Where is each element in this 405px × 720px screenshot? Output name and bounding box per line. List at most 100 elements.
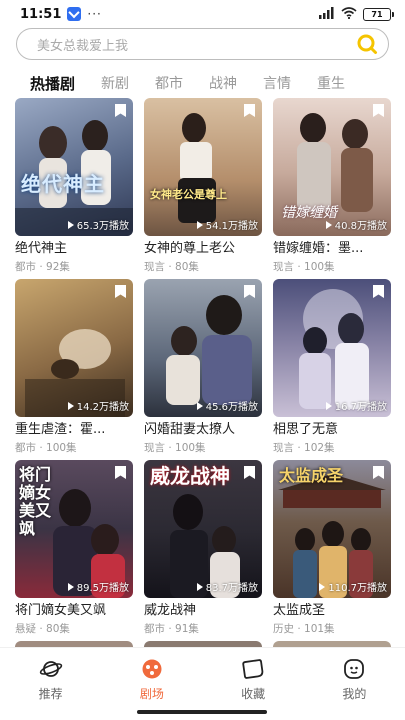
drama-card[interactable]: 将门嫡女美又飒 89.5万播放 将门嫡女美又飒 悬疑 · 80集: [15, 460, 133, 641]
nav-label: 剧场: [139, 687, 164, 701]
drama-title[interactable]: 错嫁缠婚：墨...: [273, 241, 391, 257]
play-count-text: 40.8万播放: [334, 221, 387, 232]
search-icon[interactable]: [356, 33, 378, 55]
nav-collection[interactable]: 收藏: [203, 648, 304, 704]
play-icon: [67, 582, 74, 591]
bookmark-icon[interactable]: [114, 465, 127, 480]
nav-profile[interactable]: 我的: [304, 648, 405, 704]
drama-meta: 历史 · 101集: [273, 623, 335, 635]
drama-card[interactable]: 16.7万播放 相思了无意 现言 · 102集: [273, 279, 391, 460]
play-count: 14.2万播放: [67, 398, 129, 413]
bookmark-icon[interactable]: [114, 103, 127, 118]
play-count-text: 83.7万播放: [205, 583, 258, 594]
drama-card[interactable]: 错嫁缠婚 40.8万播放 错嫁缠婚：墨... 现言 · 100集: [273, 98, 391, 279]
app-notification-icon: [67, 7, 82, 21]
drama-grid: 绝代神主 65.3万播放 绝代神主 都市 · 92集 女神老公是尊上 54.1万…: [15, 98, 391, 641]
play-count-text: 89.5万播放: [76, 583, 129, 594]
play-count: 54.1万播放: [196, 217, 258, 232]
drama-card[interactable]: 45.6万播放 闪婚甜妻太撩人 现言 · 100集: [144, 279, 262, 460]
drama-card[interactable]: 绝代神主 65.3万播放 绝代神主 都市 · 92集: [15, 98, 133, 279]
play-icon: [67, 401, 74, 410]
nav-recommend[interactable]: 推荐: [0, 648, 101, 704]
drama-poster[interactable]: 威龙战神 83.7万播放: [144, 460, 262, 598]
poster-art: [25, 329, 125, 417]
drama-poster[interactable]: 14.2万播放: [15, 279, 133, 417]
planet-icon: [38, 658, 64, 680]
play-icon: [196, 220, 203, 229]
drama-poster[interactable]: 女神老公是尊上 54.1万播放: [144, 98, 262, 236]
nav-theater[interactable]: 剧场: [101, 648, 202, 704]
poster-art: [166, 295, 252, 405]
drama-title[interactable]: 重生虐渣：霍...: [15, 422, 133, 438]
bookmark-icon[interactable]: [372, 284, 385, 299]
poster-title-art: 女神老公是尊上: [150, 188, 227, 201]
play-count: 65.3万播放: [67, 217, 129, 232]
bookmark-icon[interactable]: [243, 103, 256, 118]
drama-poster[interactable]: 将门嫡女美又飒 89.5万播放: [15, 460, 133, 598]
drama-card[interactable]: 女神老公是尊上 54.1万播放 女神的尊上老公 现言 · 80集: [144, 98, 262, 279]
status-bar: 11:51 ··· 71: [0, 0, 405, 28]
bookmark-icon[interactable]: [243, 465, 256, 480]
poster-art: [15, 120, 133, 236]
drama-title[interactable]: 将门嫡女美又飒: [15, 603, 133, 619]
home-indicator[interactable]: [137, 710, 267, 714]
drama-meta: 现言 · 100集: [144, 442, 206, 454]
nav-label: 推荐: [38, 687, 63, 701]
play-count: 40.8万播放: [325, 217, 387, 232]
battery-icon: 71: [363, 7, 394, 21]
signal-icon: [319, 6, 335, 22]
battery-level: 71: [371, 9, 383, 19]
drama-card[interactable]: 威龙战神 83.7万播放 威龙战神 都市 · 91集: [144, 460, 262, 641]
drama-title[interactable]: 太监成圣: [273, 603, 391, 619]
tab-rebirth[interactable]: 重生: [317, 73, 345, 93]
drama-meta: 都市 · 100集: [15, 442, 77, 454]
drama-title[interactable]: 女神的尊上老公: [144, 241, 262, 257]
play-icon: [196, 582, 203, 591]
search-bar[interactable]: 美女总裁爱上我: [16, 28, 389, 60]
play-icon: [196, 401, 203, 410]
play-count-text: 110.7万播放: [328, 583, 387, 594]
drama-title[interactable]: 相思了无意: [273, 422, 391, 438]
drama-poster[interactable]: 16.7万播放: [273, 279, 391, 417]
tab-new[interactable]: 新剧: [101, 73, 129, 93]
drama-meta: 现言 · 100集: [273, 261, 335, 273]
drama-meta: 悬疑 · 80集: [15, 623, 70, 635]
search-input[interactable]: 美女总裁爱上我: [37, 35, 356, 54]
wifi-icon: [341, 6, 357, 22]
play-count: 89.5万播放: [67, 579, 129, 594]
bookmark-icon[interactable]: [372, 465, 385, 480]
tab-war-god[interactable]: 战神: [209, 73, 237, 93]
drama-meta: 现言 · 102集: [273, 442, 335, 454]
play-count: 45.6万播放: [196, 398, 258, 413]
bottom-nav: 推荐 剧场 收藏 我的: [0, 648, 405, 704]
drama-poster[interactable]: 45.6万播放: [144, 279, 262, 417]
play-count-text: 54.1万播放: [205, 221, 258, 232]
more-notifications-icon: ···: [87, 7, 102, 21]
play-icon: [67, 220, 74, 229]
drama-title[interactable]: 绝代神主: [15, 241, 133, 257]
drama-poster[interactable]: 绝代神主 65.3万播放: [15, 98, 133, 236]
drama-card[interactable]: 太监成圣 110.7万播放 太监成圣 历史 · 101集: [273, 460, 391, 641]
drama-meta: 现言 · 80集: [144, 261, 199, 273]
theater-icon: [139, 658, 165, 680]
tab-romance[interactable]: 言情: [263, 73, 291, 93]
bookmark-icon[interactable]: [372, 103, 385, 118]
play-count: 16.7万播放: [325, 398, 387, 413]
play-count-text: 45.6万播放: [205, 402, 258, 413]
poster-art: [299, 289, 369, 409]
drama-title[interactable]: 闪婚甜妻太撩人: [144, 422, 262, 438]
drama-meta: 都市 · 92集: [15, 261, 70, 273]
play-count: 83.7万播放: [196, 579, 258, 594]
drama-card[interactable]: 14.2万播放 重生虐渣：霍... 都市 · 100集: [15, 279, 133, 460]
drama-meta: 都市 · 91集: [144, 623, 199, 635]
poster-title-art: 将门嫡女美又飒: [19, 465, 52, 538]
bookmark-icon[interactable]: [114, 284, 127, 299]
drama-poster[interactable]: 错嫁缠婚 40.8万播放: [273, 98, 391, 236]
play-count-text: 16.7万播放: [334, 402, 387, 413]
drama-poster[interactable]: 太监成圣 110.7万播放: [273, 460, 391, 598]
tab-hot[interactable]: 热播剧: [30, 73, 75, 94]
poster-art: [178, 113, 216, 223]
bookmark-icon[interactable]: [243, 284, 256, 299]
drama-title[interactable]: 威龙战神: [144, 603, 262, 619]
tab-urban[interactable]: 都市: [155, 73, 183, 93]
